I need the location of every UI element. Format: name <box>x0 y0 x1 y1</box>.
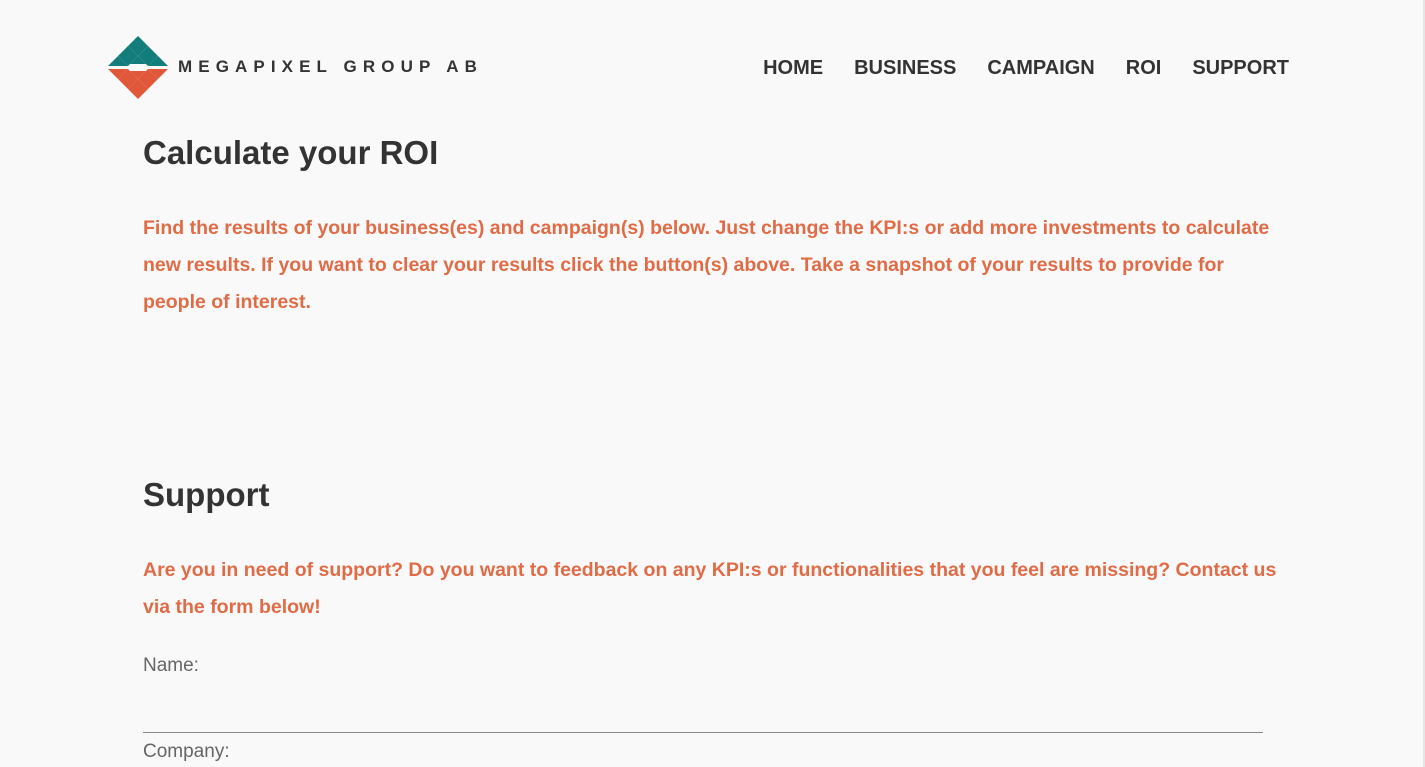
brand-logo-link[interactable]: MEGAPIXEL GROUP AB <box>106 36 477 100</box>
nav-business[interactable]: BUSINESS <box>854 56 956 80</box>
brand-name: MEGAPIXEL GROUP AB <box>178 57 484 76</box>
main-navigation: HOME BUSINESS CAMPAIGN ROI SUPPORT <box>732 56 1289 80</box>
name-input[interactable] <box>143 702 1263 733</box>
nav-home[interactable]: HOME <box>763 56 823 80</box>
nav-campaign[interactable]: CAMPAIGN <box>987 56 1094 80</box>
support-title: Support <box>143 476 270 513</box>
name-label: Name: <box>143 655 199 676</box>
roi-description: Find the results of your business(es) an… <box>143 217 1270 313</box>
nav-roi[interactable]: ROI <box>1126 56 1162 80</box>
company-label: Company: <box>143 741 230 762</box>
site-header: MEGAPIXEL GROUP AB HOME BUSINESS CAMPAIG… <box>0 0 1425 120</box>
nav-support[interactable]: SUPPORT <box>1192 56 1289 80</box>
roi-title: Calculate your ROI <box>143 134 439 171</box>
megapixel-logo-icon <box>108 36 168 99</box>
support-description: Are you in need of support? Do you want … <box>143 559 1277 618</box>
